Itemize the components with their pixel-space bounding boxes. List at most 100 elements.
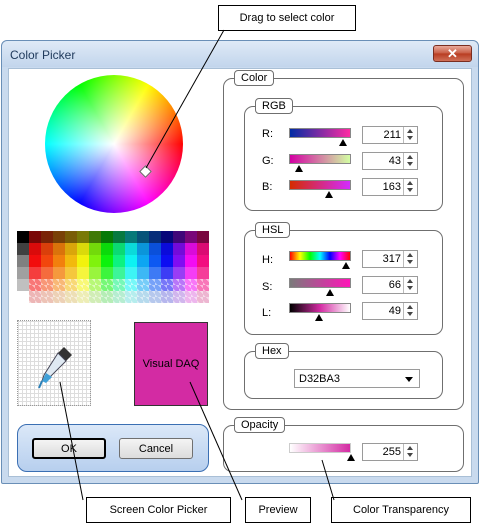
spin-down-icon[interactable] bbox=[407, 136, 413, 140]
color-wheel[interactable] bbox=[45, 75, 183, 213]
color-swatch[interactable] bbox=[161, 255, 173, 267]
color-swatch[interactable] bbox=[173, 255, 185, 267]
r-slider[interactable] bbox=[289, 128, 351, 138]
color-swatch[interactable] bbox=[77, 279, 89, 291]
title-bar[interactable]: Color Picker ✕ bbox=[2, 41, 478, 67]
color-swatch[interactable] bbox=[185, 267, 197, 279]
color-swatch-palette[interactable] bbox=[17, 231, 209, 304]
color-swatch[interactable] bbox=[173, 231, 185, 243]
color-swatch[interactable] bbox=[125, 279, 137, 291]
color-swatch[interactable] bbox=[173, 279, 185, 291]
spin-up-icon[interactable] bbox=[407, 129, 413, 133]
s-spinbox[interactable]: 66 bbox=[362, 276, 418, 294]
color-swatch[interactable] bbox=[125, 231, 137, 243]
spin-down-icon[interactable] bbox=[407, 162, 413, 166]
g-spin-arrows[interactable] bbox=[403, 153, 417, 169]
s-slider-thumb[interactable] bbox=[326, 289, 334, 296]
color-swatch[interactable] bbox=[29, 279, 41, 291]
b-spin-arrows[interactable] bbox=[403, 179, 417, 195]
r-slider-thumb[interactable] bbox=[339, 139, 347, 146]
color-swatch[interactable] bbox=[197, 279, 209, 291]
spin-down-icon[interactable] bbox=[407, 286, 413, 290]
color-swatch[interactable] bbox=[113, 231, 125, 243]
color-swatch[interactable] bbox=[29, 243, 41, 255]
color-swatch[interactable] bbox=[161, 279, 173, 291]
l-spinbox[interactable]: 49 bbox=[362, 302, 418, 320]
color-swatch[interactable] bbox=[89, 267, 101, 279]
color-swatch[interactable] bbox=[77, 255, 89, 267]
color-swatch[interactable] bbox=[161, 291, 173, 303]
color-swatch[interactable] bbox=[17, 291, 29, 303]
cancel-button[interactable]: Cancel bbox=[119, 438, 193, 459]
color-swatch[interactable] bbox=[101, 291, 113, 303]
color-swatch[interactable] bbox=[197, 231, 209, 243]
color-swatch[interactable] bbox=[185, 231, 197, 243]
color-swatch[interactable] bbox=[41, 267, 53, 279]
color-swatch[interactable] bbox=[149, 243, 161, 255]
color-swatch[interactable] bbox=[53, 255, 65, 267]
color-swatch[interactable] bbox=[113, 291, 125, 303]
color-swatch[interactable] bbox=[29, 267, 41, 279]
h-slider[interactable] bbox=[289, 251, 351, 261]
color-swatch[interactable] bbox=[161, 267, 173, 279]
color-swatch[interactable] bbox=[137, 243, 149, 255]
color-swatch[interactable] bbox=[137, 255, 149, 267]
h-spinbox[interactable]: 317 bbox=[362, 250, 418, 268]
l-slider-thumb[interactable] bbox=[315, 314, 323, 321]
b-slider[interactable] bbox=[289, 180, 351, 190]
ok-button[interactable]: OK bbox=[32, 438, 106, 459]
spin-up-icon[interactable] bbox=[407, 253, 413, 257]
color-swatch[interactable] bbox=[53, 243, 65, 255]
color-swatch[interactable] bbox=[101, 267, 113, 279]
color-swatch[interactable] bbox=[41, 291, 53, 303]
color-swatch[interactable] bbox=[65, 255, 77, 267]
r-spinbox[interactable]: 211 bbox=[362, 126, 418, 144]
color-swatch[interactable] bbox=[17, 231, 29, 243]
color-swatch[interactable] bbox=[137, 267, 149, 279]
color-swatch[interactable] bbox=[149, 279, 161, 291]
color-swatch[interactable] bbox=[197, 291, 209, 303]
color-swatch[interactable] bbox=[101, 243, 113, 255]
color-swatch[interactable] bbox=[89, 243, 101, 255]
s-spin-arrows[interactable] bbox=[403, 277, 417, 293]
color-swatch[interactable] bbox=[125, 291, 137, 303]
color-swatch[interactable] bbox=[173, 267, 185, 279]
color-swatch[interactable] bbox=[65, 231, 77, 243]
color-swatch[interactable] bbox=[89, 279, 101, 291]
hex-dropdown[interactable]: D32BA3 bbox=[294, 369, 420, 388]
opacity-spinbox[interactable]: 255 bbox=[362, 443, 418, 461]
color-swatch[interactable] bbox=[113, 255, 125, 267]
color-swatch[interactable] bbox=[149, 231, 161, 243]
eyedropper-icon[interactable] bbox=[36, 343, 76, 393]
color-swatch[interactable] bbox=[89, 255, 101, 267]
b-spinbox[interactable]: 163 bbox=[362, 178, 418, 196]
color-swatch[interactable] bbox=[53, 267, 65, 279]
g-spinbox[interactable]: 43 bbox=[362, 152, 418, 170]
color-swatch[interactable] bbox=[197, 243, 209, 255]
color-swatch[interactable] bbox=[89, 231, 101, 243]
color-swatch[interactable] bbox=[17, 267, 29, 279]
spin-up-icon[interactable] bbox=[407, 446, 413, 450]
color-swatch[interactable] bbox=[185, 291, 197, 303]
color-swatch[interactable] bbox=[101, 279, 113, 291]
spin-up-icon[interactable] bbox=[407, 181, 413, 185]
spin-down-icon[interactable] bbox=[407, 312, 413, 316]
color-swatch[interactable] bbox=[41, 231, 53, 243]
color-swatch[interactable] bbox=[137, 279, 149, 291]
color-swatch[interactable] bbox=[137, 291, 149, 303]
color-swatch[interactable] bbox=[53, 291, 65, 303]
color-swatch[interactable] bbox=[65, 279, 77, 291]
color-swatch[interactable] bbox=[185, 255, 197, 267]
color-swatch[interactable] bbox=[77, 231, 89, 243]
color-swatch[interactable] bbox=[113, 243, 125, 255]
b-slider-thumb[interactable] bbox=[325, 191, 333, 198]
color-swatch[interactable] bbox=[29, 291, 41, 303]
color-swatch[interactable] bbox=[113, 279, 125, 291]
color-swatch[interactable] bbox=[161, 231, 173, 243]
close-button[interactable]: ✕ bbox=[433, 45, 472, 62]
color-swatch[interactable] bbox=[41, 279, 53, 291]
color-swatch[interactable] bbox=[53, 279, 65, 291]
color-swatch[interactable] bbox=[113, 267, 125, 279]
spin-down-icon[interactable] bbox=[407, 453, 413, 457]
color-swatch[interactable] bbox=[17, 243, 29, 255]
